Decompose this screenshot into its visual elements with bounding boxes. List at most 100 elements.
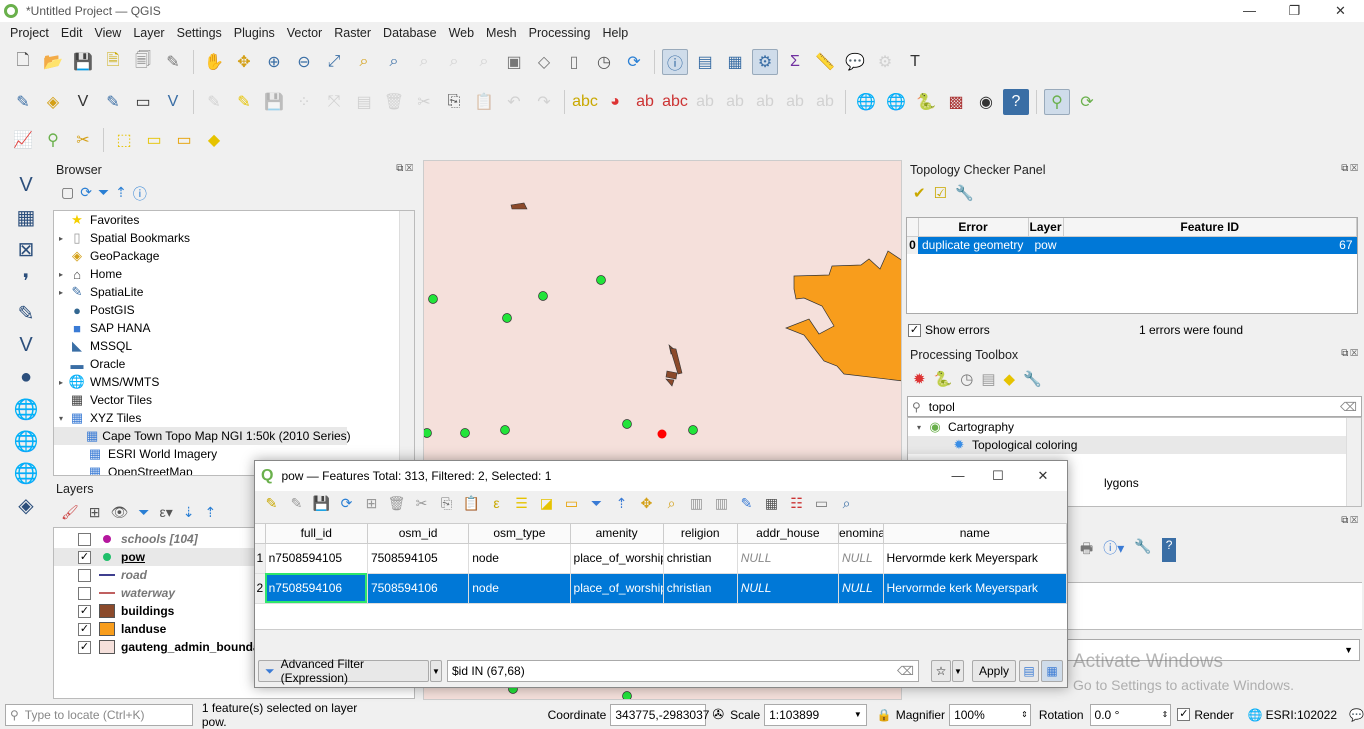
locator-search-input[interactable]: ⚲ Type to locate (Ctrl+K): [5, 703, 193, 726]
browser-item-mssql[interactable]: ◣ MSSQL: [54, 337, 414, 355]
delete-feature-icon[interactable]: 🗑: [386, 495, 407, 512]
topology-error-row[interactable]: 0 duplicate geometry pow 67: [907, 236, 1357, 254]
clear-search-icon[interactable]: ⌫: [1340, 400, 1357, 414]
row-header[interactable]: 2: [255, 573, 266, 604]
validate-extent-icon[interactable]: ☑: [934, 184, 947, 202]
zoom-full-icon[interactable]: ⤢: [321, 49, 347, 75]
layer-visibility-checkbox[interactable]: [78, 532, 91, 546]
pan-to-selection-icon[interactable]: ✥: [231, 49, 257, 75]
pow-point[interactable]: [688, 425, 698, 435]
feather-digitize-icon[interactable]: ✎: [100, 89, 126, 115]
zoom-to-selection-icon[interactable]: ⌕: [351, 49, 377, 75]
help-icon[interactable]: ?: [1003, 89, 1029, 115]
menu-edit[interactable]: Edit: [55, 26, 89, 40]
browser-scrollbar[interactable]: [399, 211, 414, 475]
layout-manager-icon[interactable]: 🗐: [130, 49, 156, 75]
change-label-icon[interactable]: ab: [782, 89, 808, 115]
attr-minimize-button[interactable]: —: [943, 465, 973, 487]
row-header[interactable]: 1: [255, 543, 266, 574]
digitize-3d-icon[interactable]: ◈: [40, 89, 66, 115]
deselect-icon[interactable]: ▭: [171, 127, 197, 153]
pan-to-selected-icon[interactable]: ✥: [636, 495, 657, 512]
browser-item-postgis[interactable]: ● PostGIS: [54, 301, 414, 319]
processing-group-cartography[interactable]: ▾ ◉ Cartography: [908, 418, 1361, 436]
cell-full_id[interactable]: n7508594105: [265, 543, 368, 574]
cell-amenity[interactable]: place_of_worship: [570, 573, 664, 604]
magnifier-spinbox[interactable]: 100% ⇕: [949, 703, 1031, 726]
processing-dock-buttons[interactable]: ⧉☒: [1341, 348, 1360, 359]
zoom-next-icon[interactable]: ⌕: [471, 49, 497, 75]
menu-view[interactable]: View: [88, 26, 127, 40]
visibility-icon[interactable]: 👁: [111, 504, 129, 521]
collapse-all-icon[interactable]: ⇡: [115, 184, 127, 204]
multi-edit-icon[interactable]: ✎: [286, 495, 307, 512]
dock-icon[interactable]: ▭: [811, 495, 832, 512]
toggle-extents-icon[interactable]: ✇: [712, 706, 724, 723]
select-all-icon[interactable]: ☰: [511, 495, 532, 512]
layer-visibility-checkbox[interactable]: ✓: [78, 550, 91, 564]
expand-arrow-icon[interactable]: ▾: [54, 414, 68, 423]
clear-expression-icon[interactable]: ⌫: [897, 664, 914, 678]
crs-globe-icon[interactable]: 🌐: [1248, 708, 1263, 722]
results-viewer-icon[interactable]: ▤: [981, 370, 995, 388]
save-project-icon[interactable]: 💾: [70, 49, 96, 75]
browser-item-spatialite[interactable]: ▸ ✎ SpatiaLite: [54, 283, 414, 301]
copy-icon[interactable]: ⎘: [436, 495, 457, 512]
col-feature-id[interactable]: Feature ID: [1063, 218, 1357, 237]
add-selected-icon[interactable]: ▢: [61, 184, 74, 204]
identify-icon[interactable]: ⓘ▾: [1103, 538, 1124, 562]
expand-arrow-icon[interactable]: ▸: [54, 234, 68, 243]
add-wcs-icon[interactable]: 🌐: [13, 460, 39, 486]
coordinate-field[interactable]: 343775,-2983037: [610, 703, 709, 726]
filter-selected-icon[interactable]: ⏷: [586, 495, 607, 512]
cut-icon[interactable]: ✂: [411, 495, 432, 512]
save-edits-icon[interactable]: 💾: [261, 89, 287, 115]
cell-religion[interactable]: christian: [663, 573, 738, 604]
reload-icon[interactable]: ⟳: [336, 495, 357, 512]
style-manager-icon[interactable]: ✎: [160, 49, 186, 75]
edit-features-inplace-icon[interactable]: ◆: [1004, 370, 1016, 388]
copy-features-icon[interactable]: ⎘: [441, 89, 467, 115]
vector-tool-icon[interactable]: ✂: [70, 127, 96, 153]
browser-item-wms-wmts[interactable]: ▸ 🌐 WMS/WMTS: [54, 373, 414, 391]
current-edits-icon[interactable]: ✎: [201, 89, 227, 115]
browser-item-home[interactable]: ▸ ⌂ Home: [54, 265, 414, 283]
python-scripts-icon[interactable]: 🐍: [934, 370, 953, 388]
table-row[interactable]: 1 n7508594105 7508594105 node place_of_worsh…: [255, 543, 1068, 574]
lock-scale-icon[interactable]: 🔒: [877, 708, 892, 722]
expression-filter-icon[interactable]: ε▾: [160, 504, 173, 521]
configure-rules-icon[interactable]: 🔧: [955, 184, 974, 202]
paste-icon[interactable]: 📋: [461, 495, 482, 512]
processing-scrollbar[interactable]: [1346, 418, 1361, 506]
pow-point[interactable]: [500, 425, 510, 435]
open-project-icon[interactable]: 📂: [40, 49, 66, 75]
measure-icon[interactable]: 📏: [812, 49, 838, 75]
filter-expression-input[interactable]: $id IN (67,68) ⌫: [447, 660, 919, 682]
horizontal-scrollbar[interactable]: [255, 629, 1067, 643]
conditional-formatting-icon[interactable]: ✎: [736, 495, 757, 512]
organize-columns-icon[interactable]: ⌕: [836, 495, 857, 512]
expand-arrow-icon[interactable]: ▸: [54, 378, 68, 387]
scale-dropdown[interactable]: 1:103899 ▼: [764, 703, 867, 726]
open-attribute-table-icon[interactable]: ▤: [692, 49, 718, 75]
globe-icon[interactable]: ◉: [973, 89, 999, 115]
add-wms-icon[interactable]: 🌐: [13, 396, 39, 422]
pow-point[interactable]: [428, 294, 438, 304]
select-by-location-icon[interactable]: ◆: [201, 127, 227, 153]
processing-algorithm-topological-coloring[interactable]: ✹ Topological coloring: [908, 436, 1346, 454]
options-icon[interactable]: 🔧: [1023, 370, 1042, 388]
menu-processing[interactable]: Processing: [523, 26, 597, 40]
cell-enomina[interactable]: NULL: [838, 573, 884, 604]
add-spatialite-icon[interactable]: ✎: [13, 300, 39, 326]
pow-point[interactable]: [622, 691, 632, 701]
browser-item-spatial-bookmarks[interactable]: ▸ ▯ Spatial Bookmarks: [54, 229, 414, 247]
show-errors-checkbox[interactable]: ✓: [908, 323, 921, 337]
processing-search-input[interactable]: ⚲ topol ⌫: [907, 396, 1362, 417]
paste-features-icon[interactable]: 📋: [471, 89, 497, 115]
expand-arrow-icon[interactable]: ▸: [54, 288, 68, 297]
add-mesh-layer-icon[interactable]: ⊠: [13, 236, 39, 262]
move-label-icon[interactable]: ab: [722, 89, 748, 115]
browser-xyz-item[interactable]: ▦ Cape Town Topo Map NGI 1:50k (2010 Seri…: [54, 427, 351, 445]
new-print-layout-icon[interactable]: 🗎: [100, 49, 126, 75]
qgis-search-icon[interactable]: ⚲: [40, 127, 66, 153]
